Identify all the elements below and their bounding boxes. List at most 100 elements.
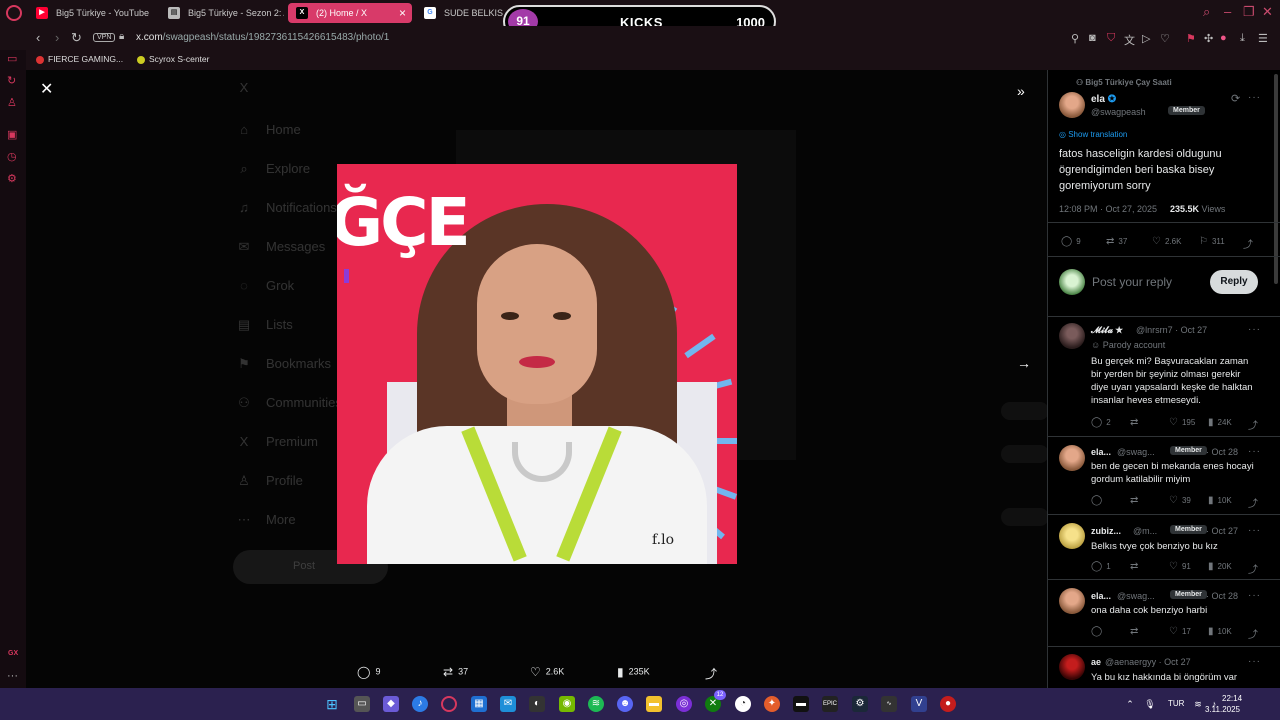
reply-avatar[interactable] [1059,523,1085,549]
reply-avatar[interactable] [1059,654,1085,680]
tab-sezon[interactable]: ▤ Big5 Türkiye - Sezon 2: A [160,3,284,23]
reply-reply-button[interactable]: ◯ [1091,495,1106,506]
reply-handle[interactable]: @aenaergyy · Oct 27 [1105,657,1191,667]
back-icon[interactable]: ‹ [36,30,40,45]
reply-date[interactable]: · Oct 27 [1206,526,1238,536]
bookmark-fierce-gaming[interactable]: FIERCE GAMING... [36,54,123,64]
app-icon[interactable]: ▬ [793,696,809,712]
clock-time[interactable]: 22:14 [1222,694,1242,703]
reply-share-button[interactable]: ⤴ [1248,417,1262,432]
url-field[interactable]: x.com/swagpeash/status/19827361154266154… [136,32,389,43]
app-icon[interactable]: ∿ [881,696,897,712]
author-avatar[interactable] [1059,92,1085,118]
app-icon[interactable]: ◐ [529,696,545,712]
cpu-icon[interactable]: ▣ [7,128,17,141]
reply-avatar[interactable] [1059,588,1085,614]
reply-author-name[interactable]: zubiz... [1091,526,1121,536]
reply-avatar[interactable] [1059,323,1085,349]
photo-like-button[interactable]: ♡ 2.6K [530,665,564,679]
reply-button[interactable]: ◯ 9 [1061,236,1081,247]
reply-author-name[interactable]: 𝓜𝓲𝓵𝓪 ★ [1091,325,1123,336]
reply-like-button[interactable]: ♡ 39 [1169,495,1191,506]
bookmark-button[interactable]: ⚐ 311 [1199,236,1225,247]
epic-games-icon[interactable]: EPIC [822,696,838,712]
next-photo-button[interactable]: → [1017,355,1031,371]
folder-icon[interactable]: ▬ [646,696,662,712]
opera-gx-icon[interactable] [441,696,457,712]
language-indicator[interactable]: TUR [1168,699,1184,708]
reply-like-button[interactable]: ♡ 17 [1169,626,1191,637]
steam-icon[interactable]: ⚙ [852,696,868,712]
reply-repost-button[interactable]: ⇄ [1130,561,1142,572]
refresh-icon[interactable]: ↻ [7,74,16,87]
more-options-icon[interactable]: ··· [1248,525,1261,536]
play-icon[interactable]: ▷ [1142,32,1150,45]
gx-label[interactable]: GX [8,650,18,657]
more-options-icon[interactable]: ··· [1248,590,1261,601]
reply-date[interactable]: · Oct 28 [1206,591,1238,601]
task-view-icon[interactable]: ▭ [354,696,370,712]
scrollbar[interactable] [1274,74,1278,284]
wifi-icon[interactable]: ≋ [1190,696,1206,712]
download-icon[interactable]: ⤓ [1240,32,1245,45]
photo-views-button[interactable]: ▮ 235K [617,665,650,679]
reply-handle[interactable]: @swag... [1117,447,1155,457]
author-handle[interactable]: @swagpeash [1091,107,1146,117]
reload-icon[interactable]: ↻ [71,30,82,46]
forward-icon[interactable]: › [55,30,59,45]
close-tab-icon[interactable]: × [399,3,406,23]
settings-icon[interactable]: ⚙ [7,172,17,185]
app-icon[interactable]: ◎ [676,696,692,712]
reply-share-button[interactable]: ⤴ [1248,495,1262,510]
extension-icon[interactable]: ⚑ [1186,32,1196,45]
camera-icon[interactable]: ◙ [1089,32,1096,44]
pin-icon[interactable]: ⚲ [1071,32,1079,45]
app-icon[interactable]: ● [940,696,956,712]
reply-author-name[interactable]: ae [1091,657,1101,667]
microphone-icon[interactable]: 🎙︎ [1142,696,1158,712]
post-photo[interactable]: f.lo ĞÇE [337,164,737,564]
reply-like-button[interactable]: ♡ 91 [1169,561,1191,572]
photo-share-button[interactable]: ⤴ [705,665,722,682]
tab-google[interactable]: G SUDE BELKIS - G [416,3,506,23]
reply-reply-button[interactable]: ◯ 2 [1091,417,1111,428]
reply-author-name[interactable]: ela... [1091,447,1111,457]
photo-reply-button[interactable]: ◯ 9 [357,665,380,679]
heart-icon[interactable]: ♡ [1160,32,1170,45]
photo-repost-button[interactable]: ⇄ 37 [443,665,468,679]
close-viewer-button[interactable]: ✕ [40,82,56,98]
reply-avatar[interactable] [1059,445,1085,471]
more-options-icon[interactable]: ··· [1248,656,1261,667]
bookmark-scyrox[interactable]: Scyrox S-center [137,54,209,64]
discord-icon[interactable]: ☻ [617,696,633,712]
grok-icon[interactable]: ⟳ [1231,92,1240,105]
reply-views-button[interactable]: ▮ 24K [1208,417,1232,428]
valorant-icon[interactable]: V [911,696,927,712]
reply-handle[interactable]: @m... [1133,526,1157,536]
reply-reply-button[interactable]: ◯ 1 [1091,561,1111,572]
clock-date[interactable]: 3.11.2025 [1205,705,1240,714]
author-name[interactable]: ela ✪ [1091,94,1116,105]
restore-icon[interactable]: ❐ [1243,4,1255,20]
close-window-icon[interactable]: ✕ [1262,4,1273,20]
reply-repost-button[interactable]: ⇄ [1130,626,1142,637]
expand-icon[interactable]: » [1017,83,1025,99]
more-options-icon[interactable]: ··· [1248,324,1261,335]
shield-icon[interactable]: ⛉ [1107,32,1115,45]
reply-like-button[interactable]: ♡ 195 [1169,417,1195,428]
reply-repost-button[interactable]: ⇄ [1130,495,1142,506]
store-icon[interactable]: ▦ [471,696,487,712]
tab-x-home[interactable]: X (2) Home / X × [288,3,412,23]
share-button[interactable]: ⤴ [1243,236,1257,251]
reply-date[interactable]: · Oct 28 [1206,447,1238,457]
wallet-icon[interactable]: ▭ [7,52,17,65]
history-icon[interactable]: ◷ [7,150,17,163]
reply-input[interactable]: Post your reply [1092,275,1172,289]
repost-button[interactable]: ⇄ 37 [1106,236,1127,247]
reply-repost-button[interactable]: ⇄ [1130,417,1142,428]
menu-icon[interactable]: ☰ [1258,32,1268,45]
opera-logo-icon[interactable] [6,5,22,21]
reply-views-button[interactable]: ▮ 10K [1208,495,1232,506]
app-icon[interactable]: ◔ [735,696,751,712]
lock-icon[interactable]: 🔒︎ [119,31,124,42]
